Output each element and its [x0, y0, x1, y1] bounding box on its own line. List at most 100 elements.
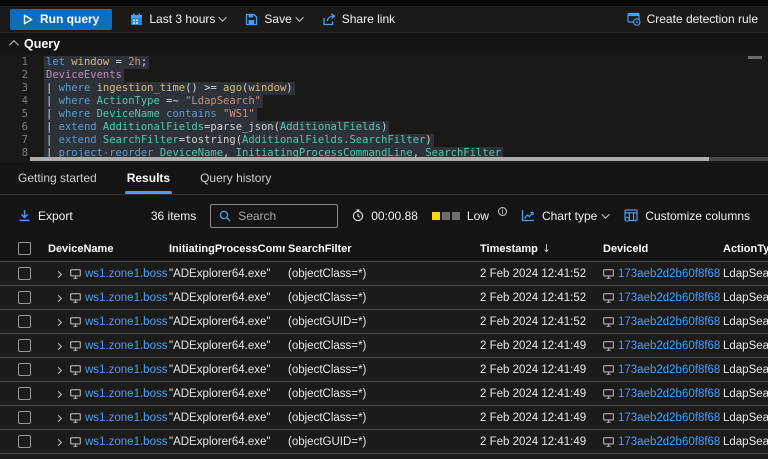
- row-expand-icon[interactable]: [55, 318, 62, 325]
- row-expand-icon[interactable]: [55, 294, 62, 301]
- code-line[interactable]: 4| where ActionType =~ "LdapSearch": [0, 95, 768, 108]
- table-row[interactable]: ws1.zone1.boss..."ADExplorer64.exe"(obje…: [0, 382, 768, 406]
- table-row[interactable]: ws1.zone1.boss..."ADExplorer64.exe"(obje…: [0, 286, 768, 310]
- row-checkbox[interactable]: [18, 411, 31, 424]
- cell-searchfilter: (objectClass=*): [285, 292, 477, 304]
- row-checkbox[interactable]: [18, 339, 31, 352]
- table-row-partial[interactable]: [0, 454, 768, 459]
- code-line[interactable]: 1let window = 2h;: [0, 56, 768, 69]
- devicename-link[interactable]: ws1.zone1.boss...: [85, 436, 167, 448]
- column-header-commandline[interactable]: InitiatingProcessCommandL...: [167, 243, 285, 255]
- info-icon[interactable]: i: [498, 207, 507, 216]
- deviceid-link[interactable]: 173aeb2d2b60f8f68c...: [618, 316, 721, 328]
- table-row[interactable]: ws1.zone1.boss..."ADExplorer64.exe"(obje…: [0, 358, 768, 382]
- deviceid-link[interactable]: 173aeb2d2b60f8f68c...: [618, 340, 721, 352]
- column-header-searchfilter[interactable]: SearchFilter: [285, 243, 477, 255]
- devicename-link[interactable]: ws1.zone1.boss...: [85, 388, 167, 400]
- tab-query-history[interactable]: Query history: [200, 171, 271, 194]
- cell-devicename: ws1.zone1.boss...: [68, 364, 167, 376]
- devicename-link[interactable]: ws1.zone1.boss...: [85, 316, 167, 328]
- deviceid-link[interactable]: 173aeb2d2b60f8f68c...: [618, 436, 721, 448]
- chart-type-selector[interactable]: Chart type: [521, 209, 610, 223]
- editor-horizontal-scrollbar-thumb[interactable]: [30, 157, 709, 161]
- row-expand-icon[interactable]: [55, 438, 62, 445]
- code-text: DeviceEvents: [44, 69, 124, 82]
- row-expand-icon[interactable]: [55, 342, 62, 349]
- code-line[interactable]: 7| extend SearchFilter=tostring(Addition…: [0, 134, 768, 147]
- tab-results[interactable]: Results: [127, 171, 170, 194]
- device-icon: [603, 437, 614, 447]
- cell-timestamp: 2 Feb 2024 12:41:49: [477, 436, 600, 448]
- run-query-button[interactable]: Run query: [10, 9, 112, 30]
- code-line[interactable]: 2DeviceEvents: [0, 69, 768, 82]
- table-row[interactable]: ws1.zone1.boss..."ADExplorer64.exe"(obje…: [0, 310, 768, 334]
- save-menu[interactable]: Save: [245, 12, 303, 26]
- share-link-label: Share link: [342, 12, 395, 26]
- editor-vertical-scrollbar[interactable]: [748, 56, 762, 59]
- editor-horizontal-scrollbar[interactable]: [30, 157, 768, 161]
- table-body: ws1.zone1.boss..."ADExplorer64.exe"(obje…: [0, 262, 768, 454]
- tab-getting-started[interactable]: Getting started: [18, 171, 97, 194]
- devicename-link[interactable]: ws1.zone1.boss...: [85, 340, 167, 352]
- table-row[interactable]: ws1.zone1.boss..."ADExplorer64.exe"(obje…: [0, 262, 768, 286]
- cell-timestamp: 2 Feb 2024 12:41:49: [477, 388, 600, 400]
- export-label: Export: [38, 209, 73, 223]
- devicename-link[interactable]: ws1.zone1.boss...: [85, 268, 167, 280]
- share-icon: [322, 13, 336, 26]
- time-range-selector[interactable]: Last 3 hours: [130, 12, 227, 26]
- device-icon: [603, 293, 614, 303]
- cell-devicename: ws1.zone1.boss...: [68, 292, 167, 304]
- column-header-actiontype[interactable]: ActionType: [721, 243, 768, 255]
- row-checkbox[interactable]: [18, 315, 31, 328]
- create-detection-rule-button[interactable]: Create detection rule: [627, 12, 758, 26]
- table-row[interactable]: ws1.zone1.boss..."ADExplorer64.exe"(obje…: [0, 406, 768, 430]
- run-query-label: Run query: [40, 12, 99, 26]
- cell-actiontype: LdapSearch: [721, 268, 768, 280]
- row-expand-icon[interactable]: [55, 414, 62, 421]
- row-checkbox[interactable]: [18, 291, 31, 304]
- select-all-checkbox[interactable]: [18, 242, 31, 255]
- column-header-devicename[interactable]: DeviceName: [46, 243, 167, 255]
- line-number: 4: [0, 95, 44, 108]
- row-expand-icon[interactable]: [55, 390, 62, 397]
- row-expand-icon[interactable]: [55, 270, 62, 277]
- deviceid-link[interactable]: 173aeb2d2b60f8f68c...: [618, 268, 721, 280]
- deviceid-link[interactable]: 173aeb2d2b60f8f68c...: [618, 412, 721, 424]
- query-section-header[interactable]: Query: [0, 33, 768, 54]
- cell-commandline: "ADExplorer64.exe": [167, 340, 285, 352]
- table-row[interactable]: ws1.zone1.boss..."ADExplorer64.exe"(obje…: [0, 430, 768, 454]
- row-checkbox[interactable]: [18, 267, 31, 280]
- save-icon: [245, 13, 258, 26]
- share-link-button[interactable]: Share link: [322, 12, 395, 26]
- devicename-link[interactable]: ws1.zone1.boss...: [85, 292, 167, 304]
- code-line[interactable]: 6| extend AdditionalFields=parse_json(Ad…: [0, 121, 768, 134]
- table-row[interactable]: ws1.zone1.boss..."ADExplorer64.exe"(obje…: [0, 334, 768, 358]
- devicename-link[interactable]: ws1.zone1.boss...: [85, 412, 167, 424]
- kql-editor[interactable]: 1let window = 2h;2DeviceEvents3| where i…: [0, 54, 768, 163]
- duration-value: 00:00.88: [371, 209, 418, 223]
- customize-columns-button[interactable]: Customize columns: [624, 209, 750, 223]
- devicename-link[interactable]: ws1.zone1.boss...: [85, 364, 167, 376]
- cell-deviceid: 173aeb2d2b60f8f68c...: [600, 412, 721, 424]
- advanced-hunting-window: Run query Last 3 hours Save Share link: [0, 0, 768, 459]
- code-text: | where ActionType =~ "LdapSearch": [44, 95, 263, 108]
- search-input[interactable]: [238, 209, 318, 223]
- cell-actiontype: LdapSearch: [721, 364, 768, 376]
- query-section-title: Query: [24, 37, 60, 51]
- cell-deviceid: 173aeb2d2b60f8f68c...: [600, 364, 721, 376]
- column-header-deviceid[interactable]: DeviceId: [600, 243, 721, 255]
- cell-actiontype: LdapSearch: [721, 412, 768, 424]
- deviceid-link[interactable]: 173aeb2d2b60f8f68c...: [618, 388, 721, 400]
- search-box[interactable]: [210, 204, 338, 228]
- deviceid-link[interactable]: 173aeb2d2b60f8f68c...: [618, 364, 721, 376]
- row-checkbox[interactable]: [18, 387, 31, 400]
- row-checkbox[interactable]: [18, 363, 31, 376]
- chart-type-icon: [521, 209, 535, 222]
- code-line[interactable]: 3| where ingestion_time() >= ago(window): [0, 82, 768, 95]
- deviceid-link[interactable]: 173aeb2d2b60f8f68c...: [618, 292, 721, 304]
- row-checkbox[interactable]: [18, 435, 31, 448]
- export-button[interactable]: Export: [18, 209, 73, 223]
- column-header-timestamp[interactable]: Timestamp↓: [477, 242, 600, 255]
- code-line[interactable]: 5| where DeviceName contains "WS1": [0, 108, 768, 121]
- row-expand-icon[interactable]: [55, 366, 62, 373]
